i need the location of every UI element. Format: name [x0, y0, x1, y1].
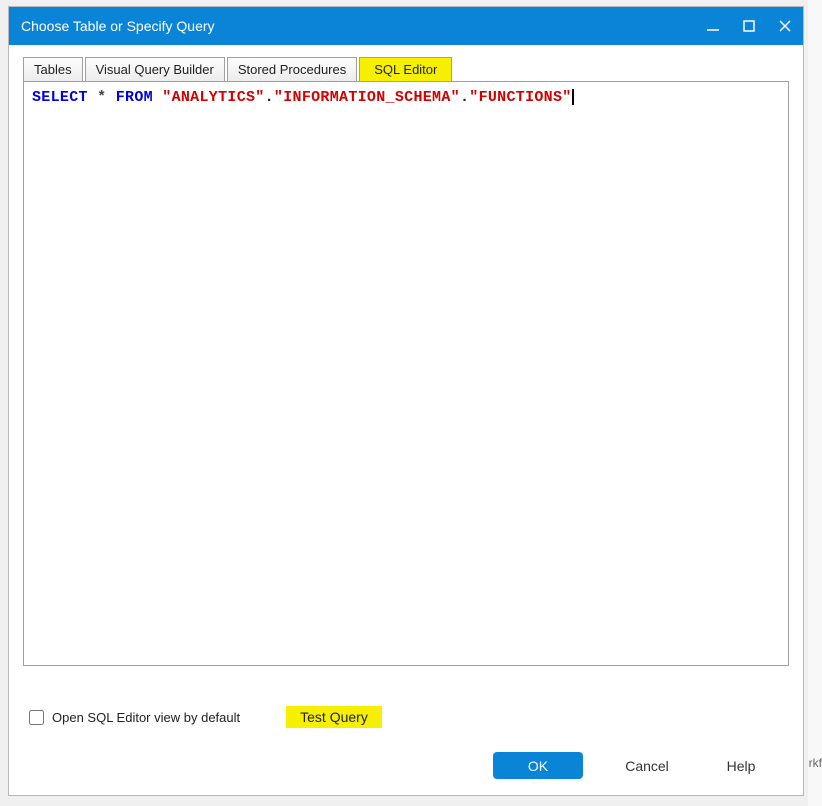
sql-editor-container: SELECT * FROM "ANALYTICS"."INFORMATION_S… — [23, 81, 789, 666]
background-panel — [808, 0, 822, 806]
sql-identifier-information-schema: "INFORMATION_SCHEMA" — [274, 89, 460, 106]
open-sql-editor-default-checkbox-wrap[interactable]: Open SQL Editor view by default — [29, 710, 240, 725]
titlebar-title: Choose Table or Specify Query — [21, 18, 705, 34]
sql-keyword-select: SELECT — [32, 89, 88, 106]
tab-tables[interactable]: Tables — [23, 57, 83, 82]
sql-operator-star: * — [97, 89, 106, 106]
sql-keyword-from: FROM — [116, 89, 153, 106]
maximize-button[interactable] — [741, 18, 757, 34]
sql-dot: . — [265, 89, 274, 106]
tab-bar: Tables Visual Query Builder Stored Proce… — [23, 55, 789, 81]
sql-identifier-functions: "FUNCTIONS" — [469, 89, 571, 106]
titlebar-buttons — [705, 18, 793, 34]
dialog-content: Tables Visual Query Builder Stored Proce… — [9, 45, 803, 795]
dialog-choose-table-or-specify-query: Choose Table or Specify Query Tables Vis… — [8, 6, 804, 796]
close-button[interactable] — [777, 18, 793, 34]
open-sql-editor-default-label: Open SQL Editor view by default — [52, 710, 240, 725]
help-button[interactable]: Help — [711, 752, 771, 779]
titlebar: Choose Table or Specify Query — [9, 7, 803, 45]
tab-visual-query-builder[interactable]: Visual Query Builder — [85, 57, 225, 82]
sql-identifier-analytics: "ANALYTICS" — [162, 89, 264, 106]
tab-stored-procedures[interactable]: Stored Procedures — [227, 57, 357, 82]
minimize-button[interactable] — [705, 18, 721, 34]
cancel-button[interactable]: Cancel — [617, 752, 677, 779]
ok-button[interactable]: OK — [493, 752, 583, 779]
text-cursor — [572, 89, 574, 105]
dialog-button-row: OK Cancel Help — [23, 752, 789, 783]
sql-editor[interactable]: SELECT * FROM "ANALYTICS"."INFORMATION_S… — [24, 82, 788, 114]
sql-dot: . — [460, 89, 469, 106]
options-row: Open SQL Editor view by default Test Que… — [23, 706, 789, 728]
background-text-fragment: rkf — [809, 756, 822, 770]
test-query-button[interactable]: Test Query — [286, 706, 382, 728]
open-sql-editor-default-checkbox[interactable] — [29, 710, 44, 725]
tab-sql-editor[interactable]: SQL Editor — [359, 57, 452, 82]
